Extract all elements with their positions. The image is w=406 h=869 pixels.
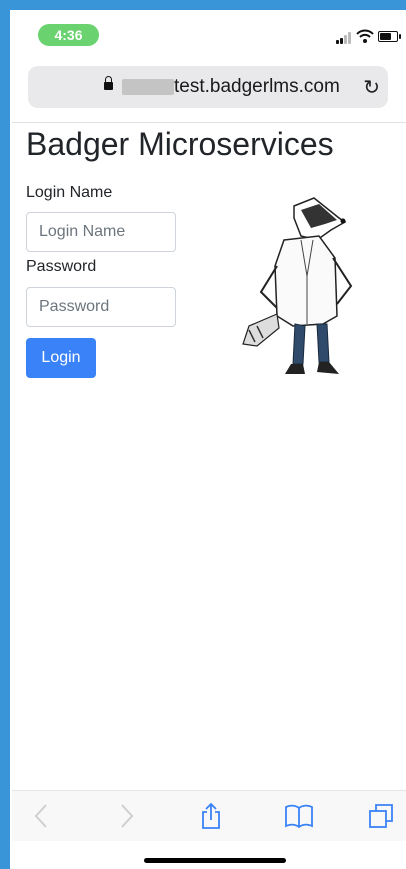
- login-name-label: Login Name: [26, 184, 113, 201]
- url-text[interactable]: test.badgerlms.com: [174, 76, 340, 98]
- reload-icon[interactable]: ↻: [363, 75, 380, 100]
- browser-toolbar: [12, 790, 406, 841]
- page-title: Badger Microservices: [26, 126, 334, 162]
- battery-icon: [378, 31, 401, 42]
- window-frame-left: [0, 0, 10, 869]
- address-bar[interactable]: test.badgerlms.com ↻: [28, 66, 388, 108]
- badger-illustration: [242, 197, 353, 374]
- status-time: 4:36: [38, 24, 99, 46]
- home-indicator[interactable]: [144, 858, 286, 863]
- password-input[interactable]: [26, 287, 176, 327]
- bookmarks-icon[interactable]: [284, 803, 314, 829]
- back-icon[interactable]: [34, 803, 48, 829]
- share-icon[interactable]: [200, 803, 222, 829]
- login-name-input[interactable]: [26, 212, 176, 252]
- login-button[interactable]: Login: [26, 338, 96, 378]
- phone-screen: 4:36 test.badgerlms.com ↻ Badger Microse…: [12, 10, 406, 869]
- forward-icon[interactable]: [120, 803, 134, 829]
- status-icons: [336, 28, 401, 44]
- tabs-icon[interactable]: [368, 803, 394, 829]
- redacted-url-part: [122, 79, 174, 95]
- password-label: Password: [26, 258, 97, 275]
- wifi-icon: [356, 29, 374, 43]
- window-frame-top: [0, 0, 406, 10]
- lock-icon: [104, 76, 113, 90]
- status-bar: 4:36: [12, 10, 406, 58]
